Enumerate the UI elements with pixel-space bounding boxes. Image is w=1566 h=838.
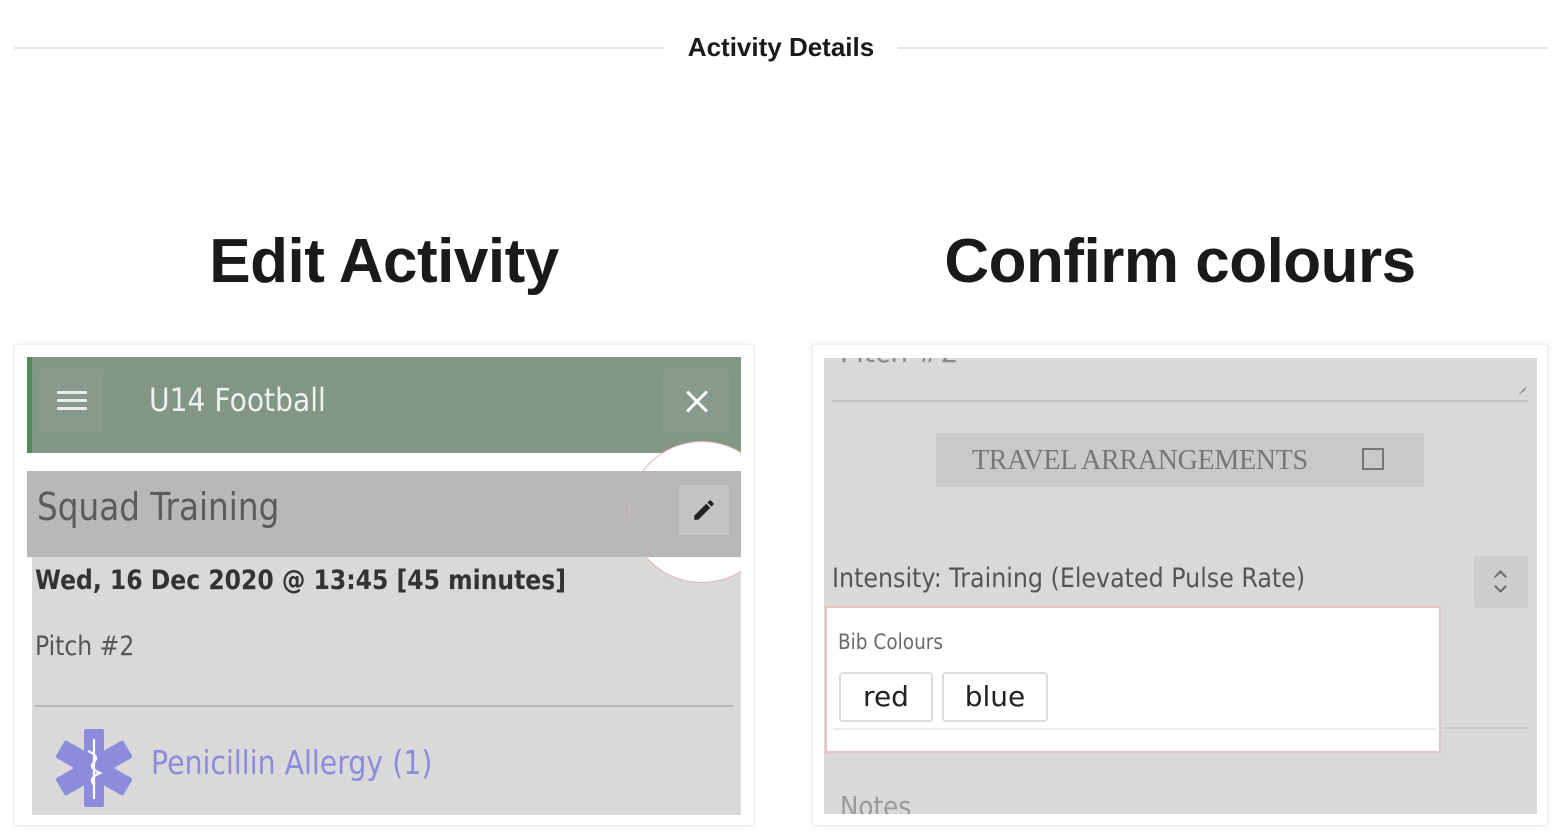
- star-of-life-icon: [55, 729, 133, 807]
- activity-location: Pitch #2: [35, 631, 135, 662]
- pencil-icon: [694, 500, 714, 520]
- edit-button[interactable]: [679, 485, 729, 535]
- bib-colours-field: Bib Colours red blue: [825, 606, 1441, 753]
- location-field-value: Pitch #2: [840, 358, 958, 369]
- chevron-up-down-icon[interactable]: [1474, 556, 1528, 608]
- confirm-colours-screenshot: Pitch #2 TRAVEL ARRANGEMENTS Intensity: …: [812, 344, 1548, 826]
- confirm-colours-heading: Confirm colours: [944, 227, 1416, 296]
- app-bar: U14 Football: [27, 357, 741, 453]
- edit-activity-screenshot: U14 Football Squad Training Wed, 16 Dec …: [14, 344, 754, 826]
- card-divider: [35, 705, 733, 707]
- medical-alert-link[interactable]: Penicillin Allergy (1): [151, 743, 432, 782]
- bib-colours-label: Bib Colours: [838, 630, 944, 654]
- card-top-spacing: [27, 453, 741, 471]
- section-rule-right: [898, 47, 1548, 49]
- notes-label: Notes: [840, 790, 912, 814]
- travel-arrangements-label: TRAVEL ARRANGEMENTS: [972, 445, 1308, 476]
- section-header: Activity Details: [14, 26, 1548, 66]
- checkbox-empty-icon[interactable]: [1362, 448, 1384, 470]
- app-bar-title: U14 Football: [149, 381, 326, 419]
- bib-colours-underline: [834, 728, 1436, 730]
- field-underline-extension: [1442, 727, 1528, 729]
- location-field-underline: [832, 400, 1528, 402]
- activity-title: Squad Training: [37, 485, 280, 529]
- activity-datetime: Wed, 16 Dec 2020 @ 13:45 [45 minutes]: [35, 565, 566, 596]
- app-bar-accent: [27, 357, 32, 453]
- bib-colour-chip-red[interactable]: red: [839, 672, 933, 722]
- confirm-colours-screen: Pitch #2 TRAVEL ARRANGEMENTS Intensity: …: [824, 358, 1537, 814]
- close-icon[interactable]: [663, 369, 729, 433]
- resize-handle-icon[interactable]: [1516, 378, 1526, 395]
- intensity-select-value[interactable]: Intensity: Training (Elevated Pulse Rate…: [832, 563, 1305, 594]
- travel-arrangements-button[interactable]: TRAVEL ARRANGEMENTS: [936, 433, 1424, 487]
- hamburger-icon[interactable]: [39, 369, 103, 433]
- bib-colour-chip-blue[interactable]: blue: [942, 672, 1048, 722]
- edit-activity-screen: U14 Football Squad Training Wed, 16 Dec …: [27, 357, 741, 815]
- edit-activity-heading: Edit Activity: [209, 227, 559, 296]
